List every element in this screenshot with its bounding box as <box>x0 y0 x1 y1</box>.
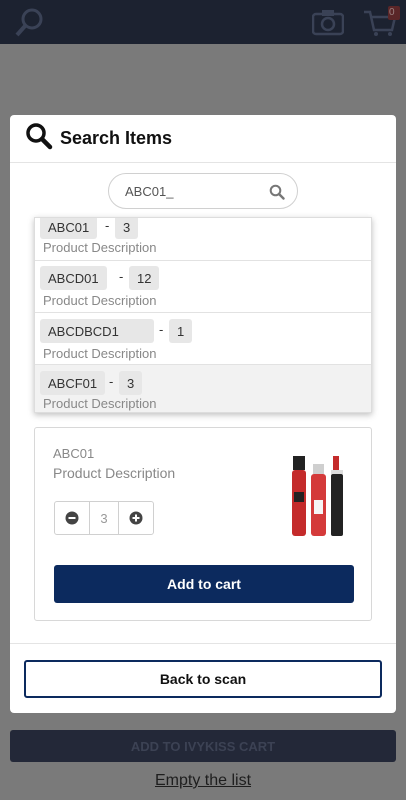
item-description: Product Description <box>43 240 157 255</box>
item-description: Product Description <box>43 396 157 411</box>
minus-icon[interactable] <box>55 502 89 534</box>
item-code: ABCF01 <box>40 371 106 395</box>
item-code: ABCD01 <box>40 266 107 290</box>
modal-footer: Back to scan <box>10 643 396 713</box>
item-description: Product Description <box>43 293 157 308</box>
item-qty: 12 <box>129 266 160 290</box>
product-code: ABC01 <box>53 446 95 461</box>
search-icon[interactable] <box>269 184 285 205</box>
item-code: ABCDBCD1 <box>40 319 154 343</box>
modal-title: Search Items <box>60 128 173 148</box>
item-description: Product Description <box>43 346 157 361</box>
separator: - <box>159 322 164 337</box>
search-box[interactable] <box>108 173 298 209</box>
result-item[interactable]: ABCDBCD1 - 1 Product Description <box>35 313 371 365</box>
product-description: Product Description <box>53 465 176 481</box>
result-item[interactable]: ABC01 - 3 Product Description <box>35 218 371 261</box>
item-qty: 3 <box>119 371 143 395</box>
result-item-selected[interactable]: ABCF01 - 3 Product Description <box>35 365 371 412</box>
item-code: ABC01 <box>40 218 98 239</box>
add-to-ivykiss-cart-button[interactable]: ADD TO IVYKISS CART <box>10 730 396 762</box>
cart-badge: 0 <box>389 7 395 18</box>
empty-list-link[interactable]: Empty the list <box>0 772 406 790</box>
quantity-stepper: 3 <box>54 501 154 535</box>
selected-product-card: ABC01 Product Description 3 Add to cart <box>34 427 372 621</box>
separator: - <box>105 218 110 233</box>
quantity-value[interactable]: 3 <box>89 502 119 534</box>
search-results-list: ABC01 - 3 Product Description ABCD01 - 1… <box>34 217 372 413</box>
back-to-scan-button[interactable]: Back to scan <box>24 660 382 698</box>
separator: - <box>109 374 114 389</box>
search-input[interactable] <box>125 183 265 199</box>
top-bar: 0 <box>0 0 406 44</box>
separator: - <box>119 269 124 284</box>
plus-icon[interactable] <box>119 502 153 534</box>
search-icon[interactable] <box>14 6 46 43</box>
search-items-modal: Search Items ABC01 - 3 Product Descripti… <box>10 115 396 713</box>
camera-icon[interactable] <box>311 8 345 41</box>
search-icon <box>25 122 53 155</box>
item-qty: 1 <box>169 319 193 343</box>
item-qty: 3 <box>115 218 139 239</box>
modal-header: Search Items <box>10 115 396 163</box>
cart-icon[interactable] <box>362 6 402 43</box>
result-item[interactable]: ABCD01 - 12 Product Description <box>35 261 371 313</box>
add-to-cart-button[interactable]: Add to cart <box>54 565 354 603</box>
product-image <box>292 456 343 536</box>
